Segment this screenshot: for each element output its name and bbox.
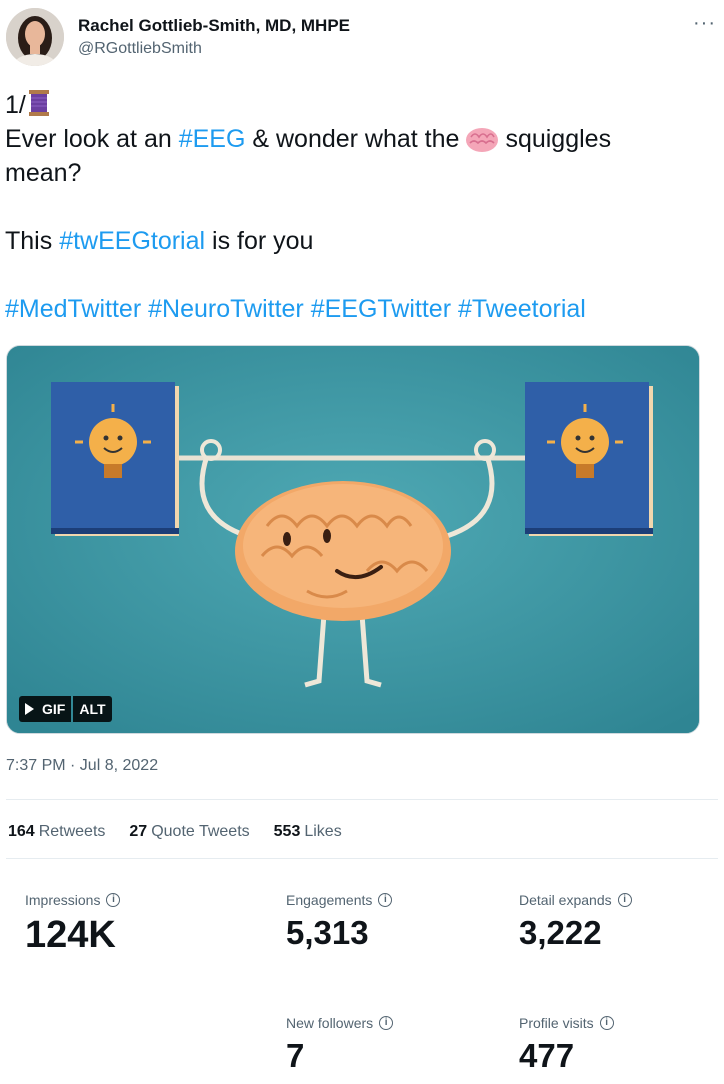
tweet-timestamp[interactable]: 7:37 PM · Jul 8, 2022 [6,757,158,775]
new-followers-metric: New followers i 7 [286,1015,486,1075]
engagements-value: 5,313 [286,914,369,951]
tweet-line-3: mean? [5,159,82,187]
new-followers-value: 7 [286,1037,305,1074]
tweet-text-part: & wonder what the [245,125,460,153]
engagement-stats: 164 Retweets 27 Quote Tweets 553 Likes [8,823,342,841]
divider [6,799,718,800]
impressions-value: 124K [25,914,116,956]
info-icon[interactable]: i [617,893,632,907]
metric-label: Profile visits i [519,1015,719,1031]
avatar[interactable] [6,8,64,66]
profile-visits-metric: Profile visits i 477 [519,1015,719,1075]
metric-label-text: Engagements [286,892,373,908]
tweet-text-part: This [5,227,60,255]
author-handle[interactable]: @RGottliebSmith [78,40,202,58]
divider [6,858,718,859]
detail-expands-value: 3,222 [519,914,602,951]
hashtag-eeg[interactable]: #EEG [179,125,246,153]
hashtag-medtwitter[interactable]: #MedTwitter [5,295,141,323]
likes-stat[interactable]: 553 Likes [274,823,342,841]
hashtag-tweetorial[interactable]: #Tweetorial [458,295,586,323]
metric-label: Engagements i [286,892,486,908]
stat-value: 164 [8,823,35,840]
tweet-line-1: 1/ [5,88,717,122]
gif-illustration [7,346,699,733]
metric-label: New followers i [286,1015,486,1031]
alt-button[interactable]: ALT [73,696,112,722]
left-book [51,382,179,536]
info-icon[interactable]: i [378,893,393,907]
tweet-media-gif[interactable]: GIF ALT [6,345,700,734]
brain-emoji-icon [466,128,499,152]
thread-spool-icon [28,90,49,116]
author-name[interactable]: Rachel Gottlieb-Smith, MD, MHPE [78,16,350,36]
info-icon[interactable]: i [599,1016,614,1030]
hashtag-tweegtorial[interactable]: #twEEGtorial [59,227,205,255]
stat-label: Retweets [38,823,106,840]
tweet-line-4: This #twEEGtorial is for you [5,224,717,258]
tweet-header: Rachel Gottlieb-Smith, MD, MHPE @RGottli… [6,6,718,70]
stat-value: 553 [273,823,301,840]
tweet-text-part: is for you [205,227,314,255]
right-book [525,382,653,536]
info-icon[interactable]: i [379,1016,394,1030]
info-icon[interactable]: i [106,893,121,907]
gif-label[interactable]: GIF [19,696,72,722]
impressions-metric: Impressions i 124K [25,892,225,957]
metric-label-text: Impressions [25,892,101,908]
brain-character [235,481,451,621]
tweet-line-hashtags: #MedTwitter #NeuroTwitter #EEGTwitter #T… [5,292,717,326]
stat-label: Quote Tweets [151,823,250,840]
tweet-line-2: Ever look at an #EEG & wonder what the s… [5,122,717,156]
tweet-text-part: squiggles [505,125,612,153]
metric-label-text: Profile visits [519,1015,594,1031]
hashtag-eegtwitter[interactable]: #EEGTwitter [311,295,451,323]
thread-number: 1/ [5,91,26,119]
more-options-icon[interactable]: ··· [693,12,716,35]
metric-label-text: Detail expands [519,892,612,908]
engagements-metric: Engagements i 5,313 [286,892,486,952]
tweet-text: 1/ Ever look at an #EEG & wonder what th… [5,88,717,326]
retweets-stat[interactable]: 164 Retweets [8,823,105,841]
hashtag-neurotwitter[interactable]: #NeuroTwitter [148,295,304,323]
metric-label-text: New followers [286,1015,374,1031]
gif-text: GIF [42,701,66,717]
metric-label: Impressions i [25,892,225,908]
metric-label: Detail expands i [519,892,719,908]
tweet-text-part: Ever look at an [5,125,179,153]
gif-badge[interactable]: GIF ALT [19,696,112,722]
stat-label: Likes [304,823,342,840]
play-icon[interactable] [25,703,34,715]
stat-value: 27 [129,823,148,840]
profile-visits-value: 477 [519,1037,575,1074]
quote-tweets-stat[interactable]: 27 Quote Tweets [129,823,249,841]
detail-expands-metric: Detail expands i 3,222 [519,892,719,952]
